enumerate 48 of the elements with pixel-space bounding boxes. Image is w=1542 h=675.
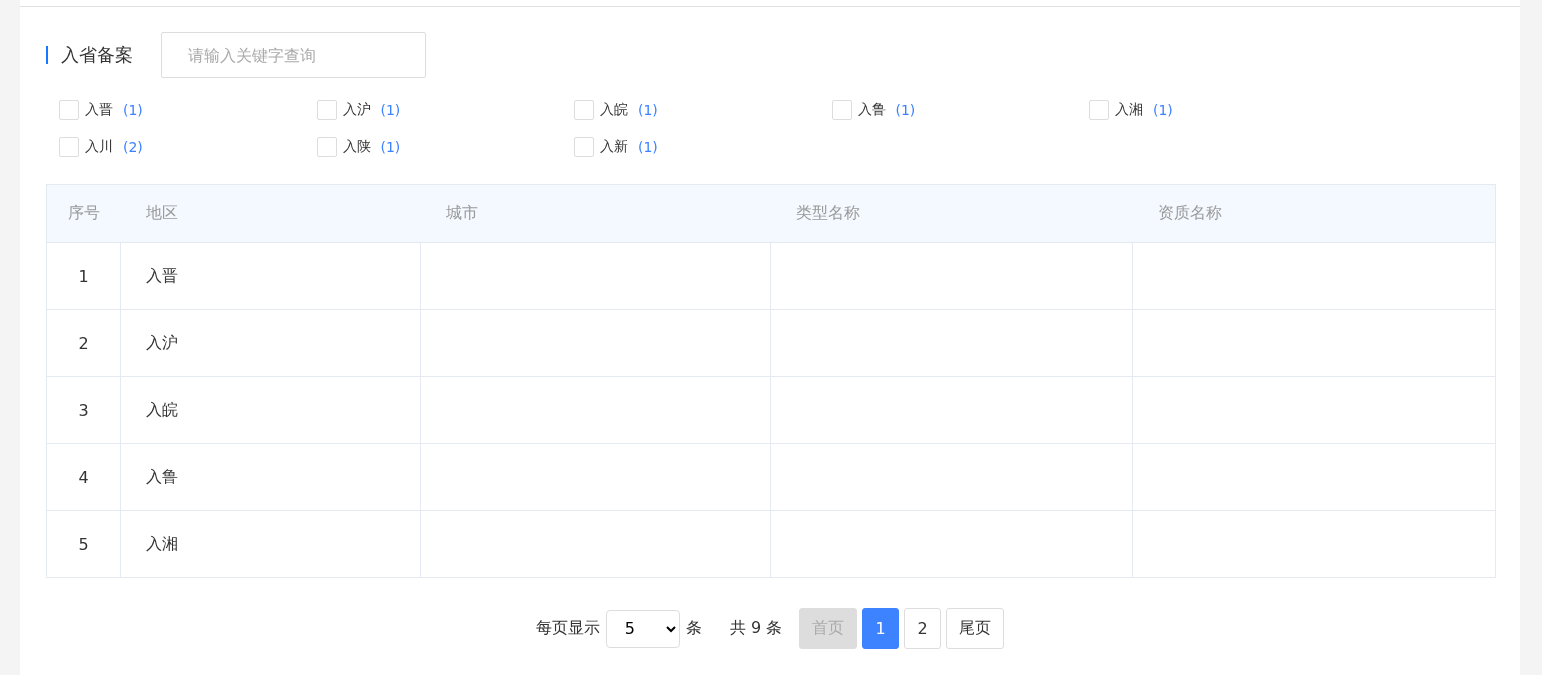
checkbox[interactable]	[1089, 100, 1109, 120]
filter-count: (1)	[1153, 102, 1173, 118]
page-size-select[interactable]: 5	[605, 609, 680, 648]
last-page-button[interactable]: 尾页	[946, 608, 1005, 649]
filter-count: (1)	[638, 102, 658, 118]
table-cell: 入鲁	[120, 443, 421, 511]
checkbox[interactable]	[831, 100, 852, 120]
filter-count: (2)	[123, 139, 143, 155]
checkbox[interactable]	[316, 100, 337, 120]
column-header: 序号	[46, 184, 121, 243]
table-cell: 3	[46, 376, 121, 444]
unit-label: 条	[685, 618, 702, 639]
table-cell: 入晋	[120, 242, 421, 310]
filter-label: 入新	[600, 138, 628, 156]
checkbox[interactable]	[316, 137, 337, 157]
table-cell: 入湘	[120, 510, 421, 578]
page-button[interactable]: 1	[862, 608, 900, 649]
page-button[interactable]: 2	[904, 608, 942, 649]
filter-label: 入湘	[1115, 101, 1143, 119]
filter-count: (1)	[895, 102, 916, 118]
filter-label: 入鲁	[857, 101, 886, 119]
checkbox[interactable]	[59, 100, 79, 120]
column-header: 地区	[120, 184, 421, 243]
section-title: 入省备案	[46, 46, 133, 64]
filter-label: 入川	[85, 138, 113, 156]
filter-count: (1)	[380, 102, 401, 118]
table-cell: 4	[46, 443, 121, 511]
filter-label: 入陕	[342, 138, 371, 156]
search-field[interactable]: 请输入关键字查询	[161, 32, 426, 78]
table-cell: 1	[46, 242, 121, 310]
total-count: 共 9 条	[729, 618, 783, 639]
filter-label: 入晋	[85, 101, 113, 119]
column-header: 类型名称	[770, 184, 1133, 243]
filter-count: (1)	[380, 139, 401, 155]
checkbox[interactable]	[59, 137, 79, 157]
checkbox[interactable]	[574, 100, 594, 120]
per-page-label: 每页显示	[535, 618, 600, 639]
table-cell: 入皖	[120, 376, 421, 444]
column-header: 城市	[420, 184, 771, 243]
table-cell: 5	[46, 510, 121, 578]
column-header: 资质名称	[1132, 184, 1496, 243]
table-cell: 2	[46, 309, 121, 377]
checkbox[interactable]	[574, 137, 594, 157]
filter-count: (1)	[638, 139, 658, 155]
filter-label: 入皖	[600, 101, 628, 119]
table-cell: 入沪	[120, 309, 421, 377]
filter-label: 入沪	[342, 101, 371, 119]
filter-count: (1)	[123, 102, 143, 118]
